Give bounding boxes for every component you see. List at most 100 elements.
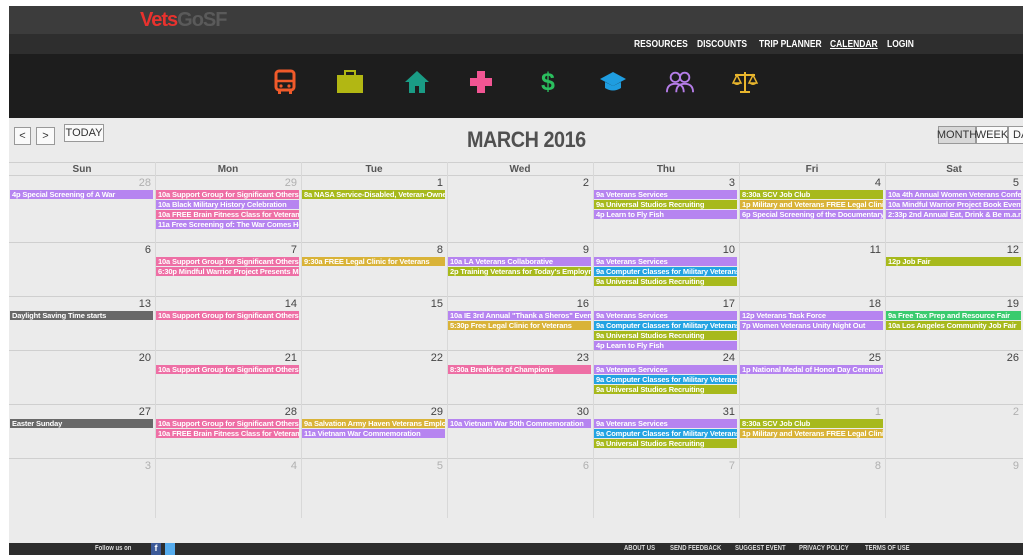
- weekday-header[interactable]: Sat: [885, 164, 1023, 175]
- calendar-event[interactable]: 10a Black Military History Celebration: [156, 200, 299, 209]
- calendar-event[interactable]: 10a Los Angeles Community Job Fair: [886, 321, 1021, 330]
- calendar-event[interactable]: 9a Computer Classes for Military Veteran…: [594, 429, 737, 438]
- calendar-event[interactable]: 4p Learn to Fly Fish: [594, 341, 737, 350]
- prev-month-button[interactable]: <: [14, 127, 31, 145]
- calendar-event[interactable]: Daylight Saving Time starts: [10, 311, 153, 320]
- medical-cross-icon[interactable]: [467, 66, 495, 98]
- day-number[interactable]: 12: [989, 244, 1019, 256]
- day-number[interactable]: 20: [121, 352, 151, 364]
- people-icon[interactable]: [666, 66, 694, 98]
- day-number[interactable]: 7: [267, 244, 297, 256]
- calendar-event[interactable]: 12p Veterans Task Force: [740, 311, 883, 320]
- day-number[interactable]: 13: [121, 298, 151, 310]
- day-number[interactable]: 9: [559, 244, 589, 256]
- graduation-cap-icon[interactable]: [599, 66, 627, 98]
- calendar-event[interactable]: 9a Veterans Services: [594, 257, 737, 266]
- calendar-event[interactable]: 9a Universal Studios Recruiting: [594, 200, 737, 209]
- grid-line[interactable]: [9, 296, 1023, 297]
- grid-line[interactable]: [9, 404, 1023, 405]
- day-number[interactable]: 4: [267, 460, 297, 472]
- day-number[interactable]: 9: [989, 460, 1019, 472]
- calendar-event[interactable]: 9a Veterans Services: [594, 190, 737, 199]
- grid-line[interactable]: [447, 162, 448, 518]
- day-number[interactable]: 3: [121, 460, 151, 472]
- calendar-event[interactable]: 11a Free Screening of: The War Comes Hom…: [156, 220, 299, 229]
- weekday-header[interactable]: Fri: [739, 164, 885, 175]
- day-number[interactable]: 27: [121, 406, 151, 418]
- calendar-event[interactable]: 4p Learn to Fly Fish: [594, 210, 737, 219]
- calendar-event[interactable]: 10a Support Group for Significant Others…: [156, 257, 299, 266]
- footer-suggest-event[interactable]: SUGGEST EVENT: [735, 545, 786, 552]
- calendar-event[interactable]: 9a Universal Studios Recruiting: [594, 277, 737, 286]
- calendar-event[interactable]: 9a Computer Classes for Military Veteran…: [594, 321, 737, 330]
- calendar-event[interactable]: 9a Universal Studios Recruiting: [594, 439, 737, 448]
- grid-line[interactable]: [301, 162, 302, 518]
- day-number[interactable]: 8: [413, 244, 443, 256]
- scales-icon[interactable]: [731, 66, 759, 98]
- day-number[interactable]: 23: [559, 352, 589, 364]
- weekday-header[interactable]: Mon: [155, 164, 301, 175]
- day-number[interactable]: 26: [989, 352, 1019, 364]
- calendar-event[interactable]: 9a Computer Classes for Military Veteran…: [594, 375, 737, 384]
- weekday-header[interactable]: Wed: [447, 164, 593, 175]
- footer-send-feedback[interactable]: SEND FEEDBACK: [670, 545, 721, 552]
- day-number[interactable]: 4: [851, 177, 881, 189]
- day-number[interactable]: 29: [267, 177, 297, 189]
- calendar-event[interactable]: 9a Veterans Services: [594, 365, 737, 374]
- site-logo[interactable]: VetsGoSF: [140, 9, 228, 32]
- calendar-event[interactable]: 5:30p Free Legal Clinic for Veterans: [448, 321, 591, 330]
- calendar-event[interactable]: 9a Universal Studios Recruiting: [594, 331, 737, 340]
- nav-login[interactable]: LOGIN: [887, 39, 914, 50]
- briefcase-icon[interactable]: [336, 66, 364, 98]
- day-number[interactable]: 15: [413, 298, 443, 310]
- view-month-button[interactable]: MONTH: [937, 126, 977, 144]
- bus-icon[interactable]: [271, 66, 299, 98]
- day-number[interactable]: 6: [121, 244, 151, 256]
- weekday-header[interactable]: Thu: [593, 164, 739, 175]
- view-day-button[interactable]: DAY: [1008, 126, 1023, 144]
- footer-terms-of-use[interactable]: TERMS OF USE: [865, 545, 910, 552]
- grid-line[interactable]: [9, 350, 1023, 351]
- day-number[interactable]: 17: [705, 298, 735, 310]
- calendar-event[interactable]: 8:30a SCV Job Club: [740, 190, 883, 199]
- calendar-event[interactable]: 9a Veterans Services: [594, 419, 737, 428]
- day-number[interactable]: 7: [705, 460, 735, 472]
- calendar-event[interactable]: 6p Special Screening of the Documentary:…: [740, 210, 883, 219]
- day-number[interactable]: 5: [989, 177, 1019, 189]
- calendar-event[interactable]: 10a Support Group for Significant Others…: [156, 365, 299, 374]
- calendar-event[interactable]: 2:33p 2nd Annual Eat, Drink & Be m.a.r.y…: [886, 210, 1021, 219]
- day-number[interactable]: 1: [413, 177, 443, 189]
- day-number[interactable]: 6: [559, 460, 589, 472]
- calendar-event[interactable]: 10a Support Group for Significant Others…: [156, 311, 299, 320]
- calendar-event[interactable]: 10a LA Veterans Collaborative: [448, 257, 591, 266]
- calendar-event[interactable]: 6:30p Mindful Warrior Project Presents M…: [156, 267, 299, 276]
- day-number[interactable]: 3: [705, 177, 735, 189]
- calendar-event[interactable]: 10a FREE Brain Fitness Class for Veteran…: [156, 210, 299, 219]
- calendar-event[interactable]: 10a Support Group for Significant Others…: [156, 190, 299, 199]
- day-number[interactable]: 1: [851, 406, 881, 418]
- day-number[interactable]: 19: [989, 298, 1019, 310]
- today-button[interactable]: TODAY: [64, 124, 104, 142]
- calendar-event[interactable]: 7p Women Veterans Unity Night Out: [740, 321, 883, 330]
- calendar-event[interactable]: 8:30a SCV Job Club: [740, 419, 883, 428]
- calendar-event[interactable]: 9a Veterans Services: [594, 311, 737, 320]
- calendar-event[interactable]: 11a Vietnam War Commemoration: [302, 429, 445, 438]
- day-number[interactable]: 30: [559, 406, 589, 418]
- day-number[interactable]: 11: [851, 244, 881, 256]
- day-number[interactable]: 2: [559, 177, 589, 189]
- calendar-event[interactable]: 10a Vietnam War 50th Commemoration: [448, 419, 591, 428]
- calendar-event[interactable]: 8a NASA Service-Disabled, Veteran-Owned …: [302, 190, 445, 199]
- calendar-event[interactable]: Easter Sunday: [10, 419, 153, 428]
- view-week-button[interactable]: WEEK: [976, 126, 1008, 144]
- calendar-event[interactable]: 1p Military and Veterans FREE Legal Clin…: [740, 429, 883, 438]
- day-number[interactable]: 29: [413, 406, 443, 418]
- calendar-event[interactable]: 9a Free Tax Prep and Resource Fair: [886, 311, 1021, 320]
- calendar-event[interactable]: 10a Support Group for Significant Others…: [156, 419, 299, 428]
- calendar-event[interactable]: 8:30a Breakfast of Champions: [448, 365, 591, 374]
- day-number[interactable]: 25: [851, 352, 881, 364]
- weekday-header[interactable]: Tue: [301, 164, 447, 175]
- nav-discounts[interactable]: DISCOUNTS: [697, 39, 747, 50]
- day-number[interactable]: 28: [121, 177, 151, 189]
- calendar-event[interactable]: 9:30a FREE Legal Clinic for Veterans: [302, 257, 445, 266]
- footer-privacy-policy[interactable]: PRIVACY POLICY: [799, 545, 849, 552]
